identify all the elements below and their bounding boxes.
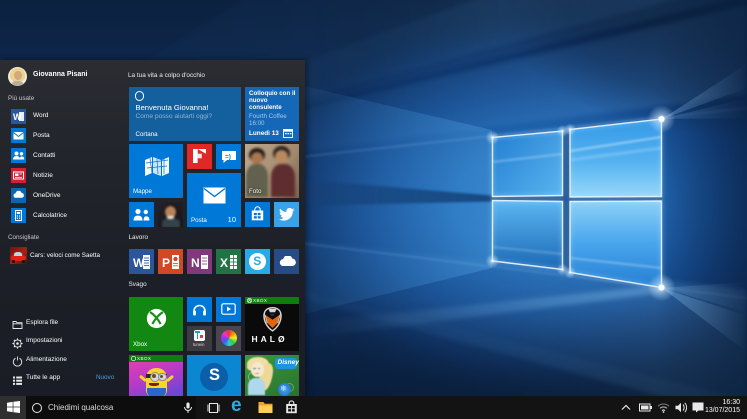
svg-text:=): =) xyxy=(225,153,231,160)
svg-text:W: W xyxy=(133,256,145,270)
svg-text:X: X xyxy=(220,256,228,270)
svg-text:N: N xyxy=(191,256,200,270)
svg-text:P: P xyxy=(162,256,170,270)
svg-text:W: W xyxy=(13,112,22,122)
